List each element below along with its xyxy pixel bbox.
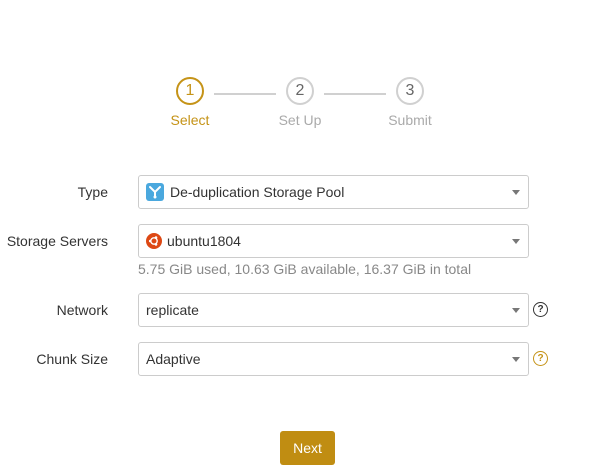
storage-servers-row: Storage Servers ubuntu1804 5.75 GiB used… [0,224,600,284]
step-label: Submit [388,112,432,128]
storage-capacity-hint: 5.75 GiB used, 10.63 GiB available, 16.3… [138,261,472,277]
type-row: Type De-duplication Storage Pool [0,175,600,209]
step-number: 2 [286,77,314,105]
chevron-down-icon [512,239,520,244]
storage-servers-label: Storage Servers [6,233,108,249]
wizard-stepper: 1 Select 2 Set Up 3 Submit [0,77,600,137]
step-number: 3 [396,77,424,105]
type-value: De-duplication Storage Pool [170,184,345,200]
step-submit[interactable]: 3 Submit [375,77,445,128]
step-label: Set Up [278,112,322,128]
type-label: Type [77,184,108,200]
step-number: 1 [176,77,204,105]
chevron-down-icon [512,308,520,313]
network-row: Network replicate ? [0,293,600,327]
chevron-down-icon [512,357,520,362]
next-button[interactable]: Next [280,431,335,465]
ubuntu-icon [146,233,162,249]
step-select[interactable]: 1 Select [155,77,225,128]
type-select[interactable]: De-duplication Storage Pool [138,175,529,209]
chevron-down-icon [512,190,520,195]
help-icon[interactable]: ? [533,351,548,366]
network-value: replicate [146,302,199,318]
storage-pool-icon [146,183,164,201]
storage-servers-value: ubuntu1804 [167,233,241,249]
help-icon[interactable]: ? [533,302,548,317]
chunk-size-select[interactable]: Adaptive [138,342,529,376]
step-label: Select [170,112,210,128]
network-label: Network [56,302,108,318]
chunk-size-label: Chunk Size [36,351,108,367]
chunk-size-row: Chunk Size Adaptive ? [0,342,600,376]
step-set-up[interactable]: 2 Set Up [265,77,335,128]
network-select[interactable]: replicate [138,293,529,327]
chunk-size-value: Adaptive [146,351,201,367]
storage-servers-select[interactable]: ubuntu1804 [138,224,529,258]
